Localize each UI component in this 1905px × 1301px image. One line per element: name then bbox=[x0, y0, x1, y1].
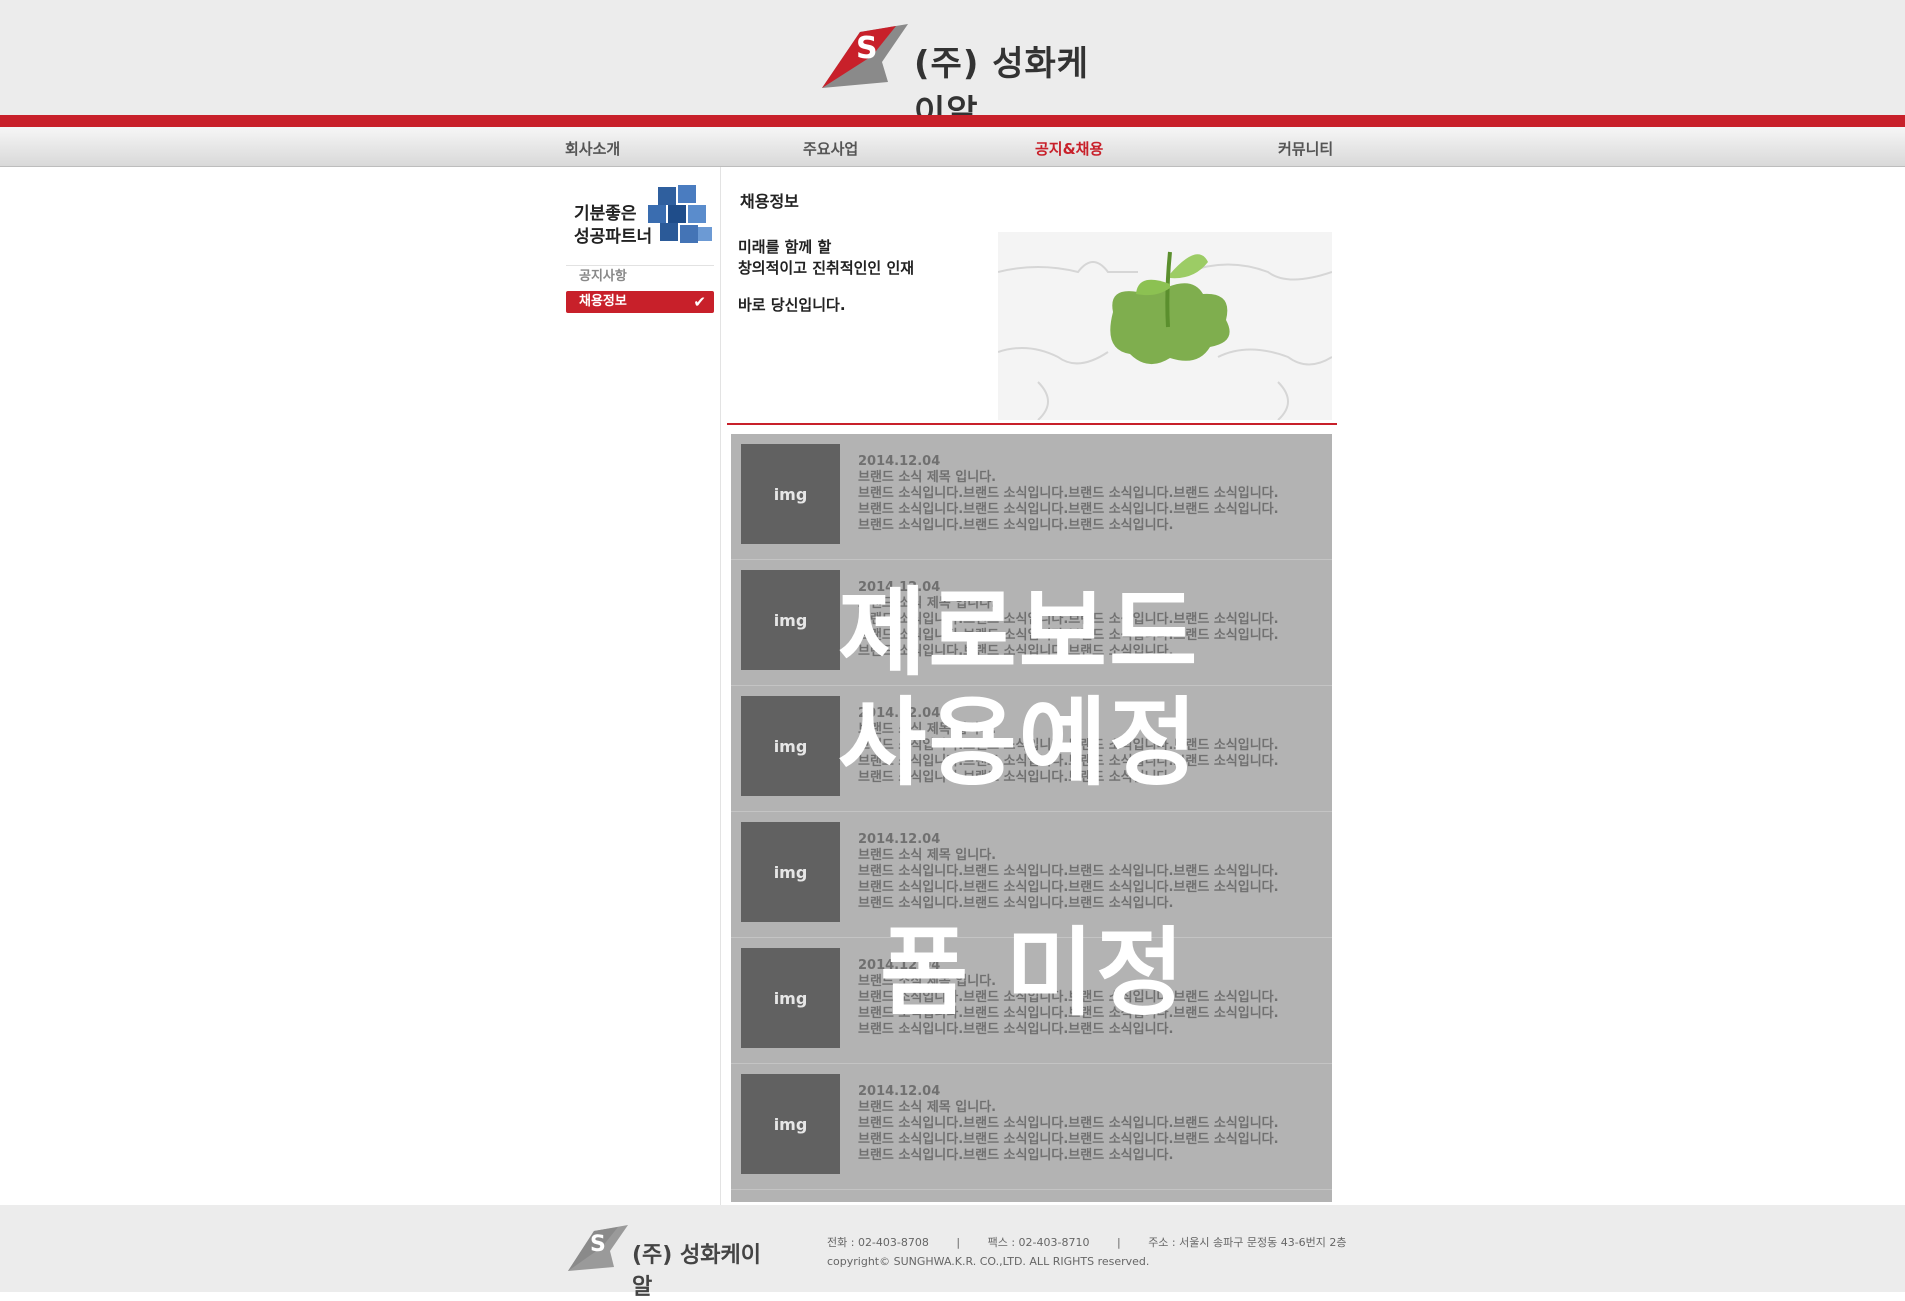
post-date: 2014.12.04 bbox=[858, 454, 941, 469]
footer-copyright: copyright© SUNGHWA.K.R. CO.,LTD. ALL RIG… bbox=[827, 1255, 1150, 1268]
post-thumbnail: img bbox=[741, 948, 840, 1048]
overlay-form-tbd: 폼 미정 bbox=[880, 917, 1187, 1029]
header-accent-band bbox=[0, 115, 1905, 127]
sidebar-banner: 기분좋은 성공파트너 bbox=[566, 183, 716, 263]
nav-company-intro[interactable]: 회사소개 bbox=[565, 138, 620, 159]
svg-text:S: S bbox=[856, 31, 878, 66]
company-logo[interactable]: S (주) 성화케이알 bbox=[820, 22, 1090, 133]
post-thumbnail: img bbox=[741, 822, 840, 922]
sidebar-item-notice[interactable]: 공지사항 bbox=[566, 265, 714, 287]
footer-fax: 팩스 : 02-403-8710 bbox=[987, 1236, 1090, 1249]
list-item[interactable]: img 2014.12.04 브랜드 소식 제목 입니다. 브랜드 소식입니다.… bbox=[731, 1064, 1332, 1190]
post-body: 브랜드 소식입니다.브랜드 소식입니다.브랜드 소식입니다.브랜드 소식입니다.… bbox=[858, 486, 1279, 533]
page-title: 채용정보 bbox=[740, 192, 799, 211]
check-icon: ✔ bbox=[693, 293, 706, 311]
overlay-planned: 사용예정 bbox=[838, 687, 1200, 799]
post-thumbnail: img bbox=[741, 444, 840, 544]
nav-community[interactable]: 커뮤니티 bbox=[1278, 138, 1333, 159]
sidebar-item-label: 공지사항 bbox=[579, 269, 627, 284]
recruit-intro: 미래를 함께 할 창의적이고 진취적인인 인재 바로 당신입니다. bbox=[738, 237, 914, 316]
svg-text:S: S bbox=[590, 1232, 606, 1257]
logo-mark-icon: S bbox=[568, 1225, 628, 1271]
nav-notice-recruit[interactable]: 공지&채용 bbox=[1035, 138, 1103, 159]
intro-line-3: 바로 당신입니다. bbox=[738, 296, 846, 314]
post-body: 브랜드 소식입니다.브랜드 소식입니다.브랜드 소식입니다.브랜드 소식입니다.… bbox=[858, 1116, 1279, 1163]
content-divider bbox=[727, 423, 1337, 425]
footer-separator: | bbox=[956, 1236, 961, 1249]
site-header: S (주) 성화케이알 bbox=[0, 0, 1905, 133]
footer-logo[interactable]: S (주) 성화케이알 bbox=[566, 1223, 766, 1300]
banner-line-1: 기분좋은 bbox=[574, 204, 637, 224]
site-footer: S (주) 성화케이알 전화 : 02-403-8708 | 팩스 : 02-4… bbox=[0, 1205, 1905, 1300]
post-thumbnail: img bbox=[741, 696, 840, 796]
sidebar-item-label: 채용정보 bbox=[579, 294, 627, 309]
post-title[interactable]: 브랜드 소식 제목 입니다. bbox=[858, 470, 1328, 486]
post-title[interactable]: 브랜드 소식 제목 입니다. bbox=[858, 1100, 1328, 1116]
footer-separator: | bbox=[1116, 1236, 1121, 1249]
post-date: 2014.12.04 bbox=[858, 832, 941, 847]
sidebar-item-recruit[interactable]: 채용정보 ✔ bbox=[566, 291, 714, 313]
logo-mark-icon: S bbox=[822, 24, 908, 88]
banner-line-2: 성공파트너 bbox=[574, 227, 653, 247]
post-thumbnail: img bbox=[741, 570, 840, 670]
list-item[interactable]: img 2014.12.04 브랜드 소식 제목 입니다. 브랜드 소식입니다.… bbox=[731, 434, 1332, 560]
main-nav: 회사소개 주요사업 공지&채용 커뮤니티 bbox=[0, 127, 1905, 167]
footer-info: 전화 : 02-403-8708 | 팩스 : 02-403-8710 | 주소… bbox=[827, 1233, 1347, 1271]
footer-address: 주소 : 서울시 송파구 문정동 43-6번지 2층 bbox=[1148, 1236, 1347, 1249]
board-list: img 2014.12.04 브랜드 소식 제목 입니다. 브랜드 소식입니다.… bbox=[731, 434, 1332, 1202]
footer-company-name: (주) 성화케이알 bbox=[632, 1243, 761, 1300]
post-title[interactable]: 브랜드 소식 제목 입니다. bbox=[858, 848, 1328, 864]
intro-line-1: 미래를 함께 할 bbox=[738, 238, 832, 256]
nav-business[interactable]: 주요사업 bbox=[803, 138, 858, 159]
sidebar-divider bbox=[720, 167, 721, 1207]
puzzle-sprout-image bbox=[997, 232, 1333, 421]
post-date: 2014.12.04 bbox=[858, 1084, 941, 1099]
post-thumbnail: img bbox=[741, 1074, 840, 1174]
footer-phone: 전화 : 02-403-8708 bbox=[827, 1236, 929, 1249]
intro-line-2: 창의적이고 진취적인인 인재 bbox=[738, 259, 915, 277]
